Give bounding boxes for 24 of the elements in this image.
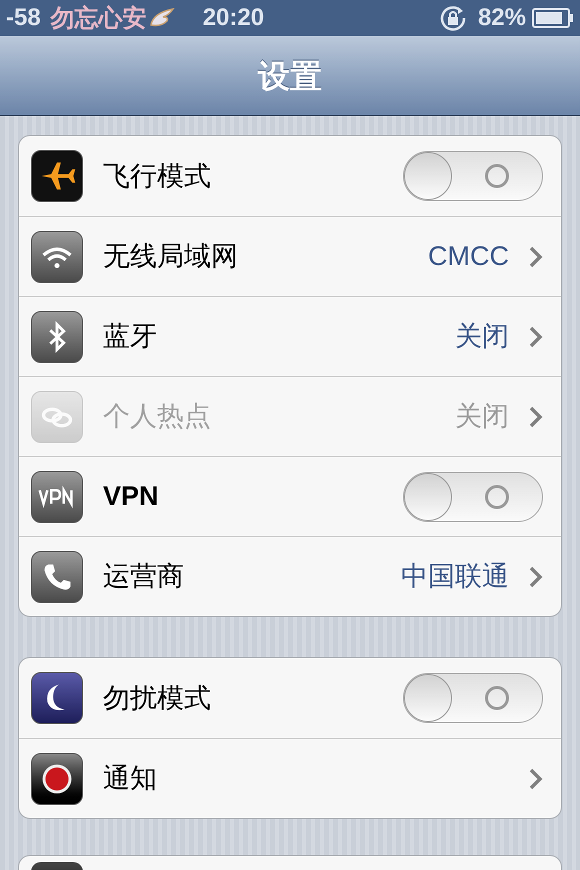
row-label: 运营商 [103,560,184,594]
row-label: 通知 [103,762,157,796]
row-label: 个人热点 [103,400,211,434]
row-value: 关闭 [455,400,509,434]
page-title: 设置 [258,56,322,96]
row-value: CMCC [428,240,509,274]
row-value: 中国联通 [401,560,509,594]
settings-row[interactable]: 飞行模式 [19,136,561,216]
clock-time: 20:20 [202,3,264,33]
row-label: VPN [103,480,159,514]
signal-strength: -58 [6,3,41,33]
carrier-name: 勿忘心安 [50,3,147,34]
settings-row[interactable]: 勿扰模式 [19,658,561,738]
row-label: 飞行模式 [103,160,211,193]
row-label: 蓝牙 [103,320,157,354]
settings-row[interactable]: 运营商 中国联通 [19,536,561,616]
row-label: 勿扰模式 [103,682,211,715]
settings-row[interactable]: VPN [19,456,561,536]
settings-row[interactable]: 蓝牙 关闭 [19,296,561,376]
row-label: 无线局域网 [103,240,238,274]
settings-row[interactable]: 通知 [19,738,561,818]
row-value: 关闭 [455,320,509,354]
settings-row[interactable]: 无线局域网 CMCC [19,216,561,296]
battery-percent: 82% [478,3,526,33]
